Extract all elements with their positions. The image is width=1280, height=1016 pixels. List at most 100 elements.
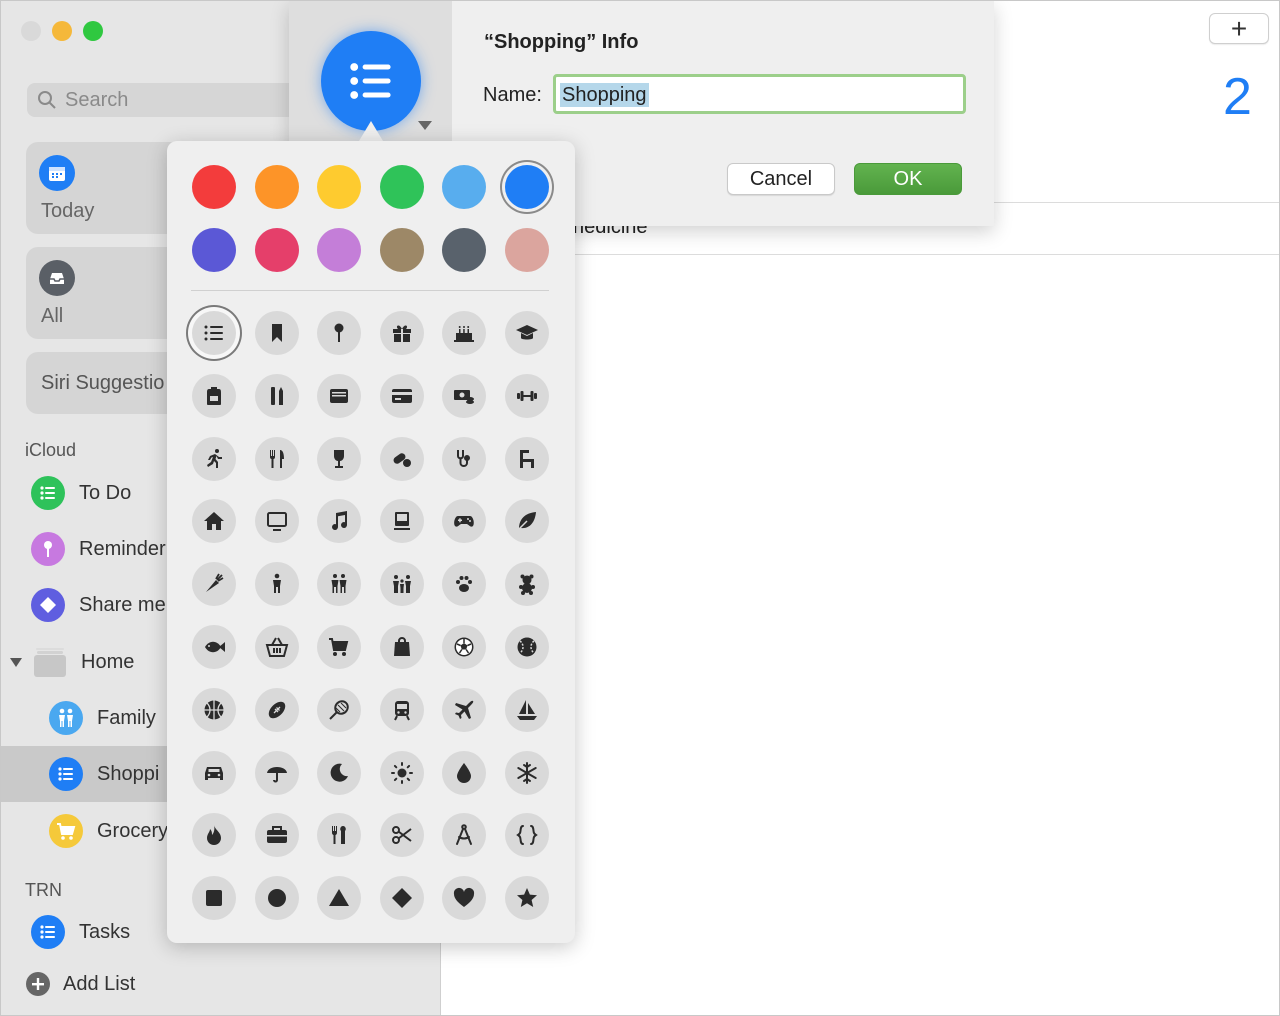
star-icon [517,888,537,908]
symbol-sailboat-icon[interactable] [505,687,549,732]
symbol-baseball-icon[interactable] [505,625,549,669]
symbol-umbrella-icon[interactable] [254,750,299,795]
ruler-pencil-icon [270,386,283,405]
symbol-tv-icon[interactable] [254,499,299,544]
symbol-money-icon[interactable] [442,373,487,418]
dumbbell-icon [517,390,537,401]
color-swatch-yellow[interactable] [317,165,362,209]
symbol-moon-icon[interactable] [317,750,362,795]
tray-icon [39,260,75,296]
symbol-document-tray-icon[interactable] [317,373,362,418]
chevron-down-icon[interactable] [418,121,432,130]
symbol-diamond-icon[interactable] [379,876,424,921]
color-swatch-brown[interactable] [379,228,424,272]
symbol-basket-icon[interactable] [254,625,299,669]
sidebar-list-family[interactable]: Family [49,690,156,746]
sidebar-list-label: Reminder [79,537,166,560]
color-swatch-blue[interactable] [505,165,549,209]
snowflake-icon [517,761,537,784]
color-swatch-orange[interactable] [254,165,299,209]
symbol-gift-icon[interactable] [379,311,424,355]
symbol-chair-icon[interactable] [505,436,549,481]
symbol-pills-icon[interactable] [379,436,424,481]
symbol-star-icon[interactable] [505,876,549,921]
symbol-desktop-icon[interactable] [379,499,424,544]
add-list-button[interactable]: Add List [25,956,135,1012]
sidebar-list-shared[interactable]: Share me [31,577,166,633]
disclosure-triangle-icon[interactable] [9,655,23,669]
color-swatch-rose[interactable] [505,228,549,272]
sidebar-list-reminders[interactable]: Reminder [31,521,166,577]
symbol-ruler-pencil-icon[interactable] [254,373,299,418]
close-window-button[interactable] [21,21,41,41]
add-list-label: Add List [63,972,136,995]
symbol-tennis-racket-icon[interactable] [317,687,362,732]
symbol-square-icon[interactable] [192,876,236,921]
symbol-fork-knife-icon[interactable] [254,436,299,481]
symbol-scissors-icon[interactable] [379,813,424,858]
minimize-window-button[interactable] [52,21,72,41]
symbol-list-icon[interactable] [192,311,236,355]
symbol-snowflake-icon[interactable] [505,750,549,795]
cancel-button[interactable]: Cancel [727,163,835,195]
teddy-bear-icon [519,574,535,596]
people-icon [49,701,83,735]
symbol-fish-icon[interactable] [192,625,236,669]
symbol-wine-glass-icon[interactable] [317,436,362,481]
sidebar-list-tasks[interactable]: Tasks [31,904,130,960]
compass-icon [456,824,473,846]
symbol-airplane-icon[interactable] [442,687,487,732]
ok-button[interactable]: OK [854,163,962,195]
color-swatch-green[interactable] [379,165,424,209]
list-count: 2 [1223,68,1252,126]
search-placeholder: Search [65,88,129,111]
symbol-briefcase-icon[interactable] [254,813,299,858]
symbol-circle-icon[interactable] [254,876,299,921]
search-field[interactable]: Search [27,83,327,117]
symbol-carrot-icon[interactable] [192,562,236,607]
leaf-icon [517,512,536,531]
pin-icon [334,323,344,342]
symbol-car-icon[interactable] [192,750,236,795]
symbol-pin-icon[interactable] [317,311,362,355]
sidebar-group-home[interactable]: Home [9,634,134,690]
music-note-icon [332,511,348,531]
baseball-icon [517,637,537,657]
symbol-running-figure-icon[interactable] [192,436,236,481]
sidebar-list-grocery[interactable]: Grocery [49,803,168,859]
add-reminder-button[interactable]: + [1209,13,1269,44]
symbol-cart-icon[interactable] [317,625,362,669]
symbol-person-icon[interactable] [254,562,299,607]
folder-icon [33,645,67,679]
color-swatch-indigo[interactable] [192,228,236,272]
symbol-drop-icon[interactable] [442,750,487,795]
bookmark-icon [271,324,282,342]
sailboat-icon [517,699,537,720]
symbol-stethoscope-icon[interactable] [442,436,487,481]
symbol-credit-card-icon[interactable] [379,373,424,418]
symbol-bookmark-icon[interactable] [254,311,299,355]
list-icon-button[interactable] [321,31,421,131]
zoom-window-button[interactable] [83,21,103,41]
color-swatch-purple[interactable] [317,228,362,272]
football-icon [268,701,285,719]
symbol-graduation-cap-icon[interactable] [505,311,549,355]
symbol-teddy-bear-icon[interactable] [505,562,549,607]
symbol-family-icon[interactable] [379,562,424,607]
house-icon [204,512,224,531]
color-swatch-pink[interactable] [254,228,299,272]
symbol-dumbbell-icon[interactable] [505,373,549,418]
money-icon [454,389,475,404]
symbol-basketball-icon[interactable] [192,687,236,732]
list-icon [350,63,391,99]
symbol-tram-icon[interactable] [379,687,424,732]
pills-icon [393,452,411,467]
symbol-backpack-icon[interactable] [192,373,236,418]
symbol-shopping-bag-icon[interactable] [379,625,424,669]
name-label: Name: [483,84,542,106]
sidebar-list-shopping[interactable]: Shoppi [1,746,167,802]
sidebar-list-to-do[interactable]: To Do [31,465,131,521]
color-swatch-red[interactable] [192,165,236,209]
symbol-sun-icon[interactable] [379,750,424,795]
symbol-football-icon[interactable] [254,687,299,732]
